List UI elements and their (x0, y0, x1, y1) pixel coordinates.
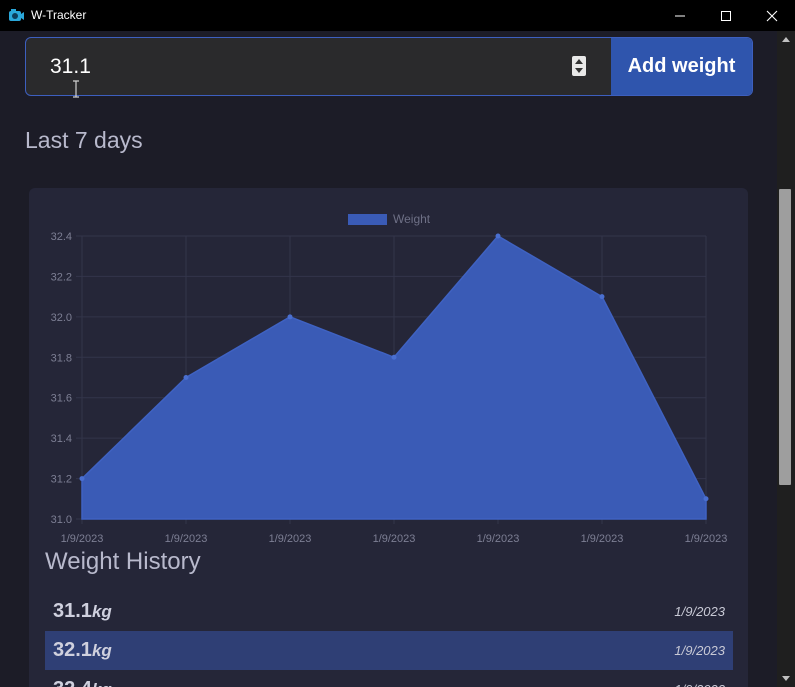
history-weight-value: 32.4 (53, 678, 92, 687)
window-title: W-Tracker (31, 8, 87, 22)
x-tick-label: 1/9/2023 (61, 533, 104, 545)
history-weight: 31.1kg (53, 600, 112, 623)
weight-chart: 31.0 31.2 31.4 31.6 31.8 32.0 32.2 32.4 1/9/2023… (51, 212, 728, 545)
title-bar: W-Tracker (0, 0, 795, 31)
x-tick-label: 1/9/2023 (477, 533, 520, 545)
spinner-down-icon[interactable] (575, 68, 583, 73)
history-row[interactable]: 32.4kg 1/9/2023 (45, 670, 733, 687)
minimize-icon (675, 15, 685, 16)
history-weight-unit: kg (92, 680, 112, 687)
x-tick-label: 1/9/2023 (269, 533, 312, 545)
data-point (391, 354, 397, 360)
history-row[interactable]: 31.1kg 1/9/2023 (45, 592, 733, 631)
history-weight: 32.4kg (53, 678, 112, 687)
x-tick-label: 1/9/2023 (685, 533, 728, 545)
scroll-down-icon[interactable] (782, 676, 790, 681)
number-spinner[interactable] (572, 56, 586, 76)
history-weight: 32.1kg (53, 639, 112, 662)
y-tick-label: 31.2 (51, 474, 72, 486)
app-content: 31.1 Add weight Last 7 days 31.0 31.2 31.4… (0, 31, 777, 687)
y-tick-label: 32.0 (51, 312, 72, 324)
spinner-up-icon[interactable] (575, 59, 583, 64)
history-weight-unit: kg (91, 602, 112, 621)
history-date: 1/9/2023 (674, 643, 725, 658)
y-tick-label: 31.0 (51, 514, 72, 526)
y-tick-label: 32.2 (51, 271, 72, 283)
data-point (495, 233, 501, 239)
weight-entry-group: 31.1 Add weight (25, 37, 753, 96)
minimize-button[interactable] (657, 0, 703, 31)
x-tick-label: 1/9/2023 (165, 533, 208, 545)
app-camera-icon (9, 9, 24, 21)
data-point (287, 314, 293, 320)
close-button[interactable] (749, 0, 795, 31)
y-tick-label: 32.4 (51, 231, 72, 243)
legend-swatch (348, 214, 387, 225)
add-weight-button[interactable]: Add weight (611, 38, 752, 95)
scroll-up-icon[interactable] (782, 37, 790, 42)
x-tick-label: 1/9/2023 (373, 533, 416, 545)
y-tick-label: 31.4 (51, 433, 72, 445)
maximize-button[interactable] (703, 0, 749, 31)
data-point (79, 476, 85, 482)
x-tick-label: 1/9/2023 (581, 533, 624, 545)
maximize-icon (721, 10, 731, 21)
close-icon (766, 10, 778, 21)
history-row[interactable]: 32.1kg 1/9/2023 (45, 631, 733, 670)
data-point (703, 496, 709, 502)
weight-input[interactable]: 31.1 (26, 38, 611, 95)
history-date: 1/9/2023 (674, 604, 725, 619)
text-cursor-icon (73, 80, 79, 98)
y-tick-label: 31.6 (51, 393, 72, 405)
history-title: Weight History (45, 548, 201, 575)
history-weight-value: 31.1 (53, 600, 92, 622)
data-point (599, 294, 605, 300)
section-title: Last 7 days (25, 127, 143, 153)
data-point (183, 375, 189, 380)
scrollbar[interactable] (777, 31, 795, 687)
history-weight-value: 32.1 (53, 639, 92, 661)
legend-label: Weight (393, 212, 431, 226)
history-date: 1/9/2023 (674, 682, 725, 687)
scrollbar-thumb[interactable] (779, 189, 791, 485)
y-tick-label: 31.8 (51, 352, 72, 364)
chart-card: 31.0 31.2 31.4 31.6 31.8 32.0 32.2 32.4 1/9/2023… (29, 188, 748, 687)
history-weight-unit: kg (91, 641, 112, 660)
